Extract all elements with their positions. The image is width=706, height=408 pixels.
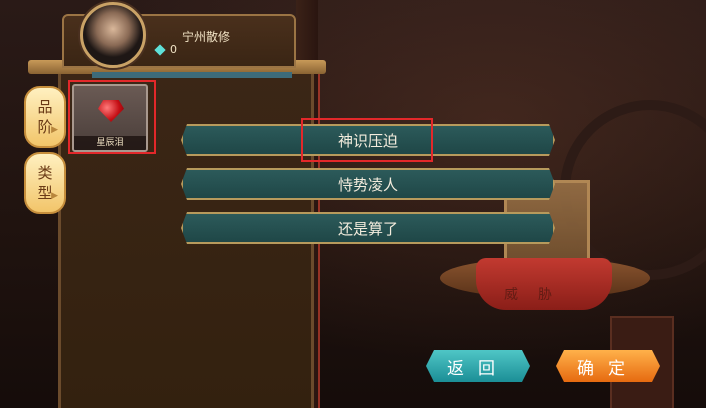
chevron-right-icon: ▶ <box>51 125 58 135</box>
chevron-right-icon: ▶ <box>51 191 58 201</box>
back-button[interactable]: 返回 <box>426 350 530 382</box>
gem-count: 0 <box>170 43 177 56</box>
tab-grade-label-1: 品 <box>37 98 53 116</box>
dialog-option-3[interactable]: 还是算了 <box>181 212 555 244</box>
confirm-button[interactable]: 确定 <box>556 350 660 382</box>
item-highlight-box <box>68 80 156 154</box>
dialog-option-2[interactable]: 恃势凌人 <box>181 168 555 200</box>
tab-type-label-1: 类 <box>37 164 53 182</box>
tab-grade[interactable]: 品 阶 ▶ <box>24 86 66 148</box>
panel-top-accent <box>92 72 292 78</box>
avatar[interactable] <box>80 2 146 68</box>
table-cloth-text: 威胁 <box>504 287 572 303</box>
option-highlight-box <box>301 118 433 162</box>
tab-type[interactable]: 类 型 ▶ <box>24 152 66 214</box>
player-name: 宁州散修 <box>181 30 230 44</box>
